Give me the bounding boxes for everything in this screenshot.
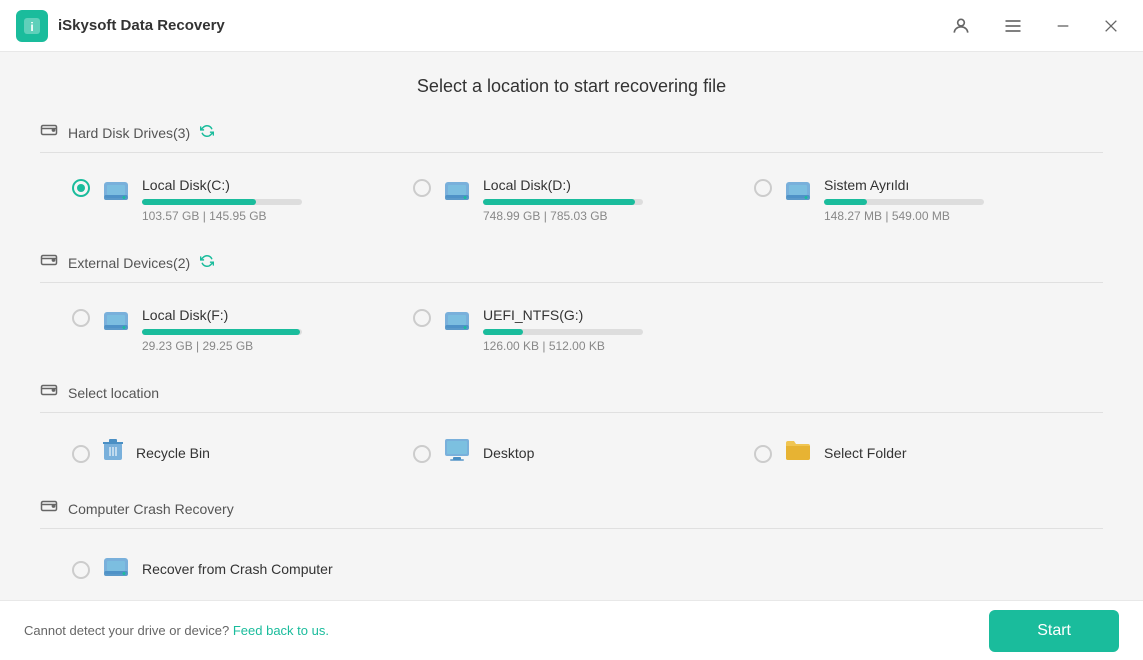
crash-hdd-icon — [102, 553, 130, 585]
location-radio-crash[interactable] — [72, 561, 90, 579]
drive-info-sistem: Sistem Ayrıldı 148.27 MB | 549.00 MB — [824, 177, 1071, 223]
hard-disk-header: Hard Disk Drives(3) — [40, 121, 1103, 153]
crash-recovery-header: Computer Crash Recovery — [40, 497, 1103, 529]
monitor-icon — [443, 437, 471, 469]
notice-text: Cannot detect your drive or device? — [24, 623, 229, 638]
drive-radio-d[interactable] — [413, 179, 431, 197]
main-content: Select a location to start recovering fi… — [0, 52, 1143, 600]
location-name-folder: Select Folder — [824, 445, 906, 461]
drive-icon-f — [102, 307, 130, 338]
drive-info-f: Local Disk(F:) 29.23 GB | 29.25 GB — [142, 307, 389, 353]
drive-bar-bg-sistem — [824, 199, 984, 205]
external-section-icon — [40, 251, 58, 274]
select-location-section: Select location Recycle Bin — [40, 381, 1103, 477]
location-item-recycle[interactable]: Recycle Bin — [60, 429, 401, 477]
location-name-desktop: Desktop — [483, 445, 534, 461]
hard-disk-drives-row: Local Disk(C:) 103.57 GB | 145.95 GB — [40, 169, 1103, 231]
app-title: iSkysoft Data Recovery — [58, 17, 225, 34]
close-button[interactable] — [1095, 14, 1127, 38]
drive-size-f: 29.23 GB | 29.25 GB — [142, 339, 389, 353]
drive-bar-fill-c — [142, 199, 256, 205]
app-logo: i — [16, 10, 48, 42]
drive-bar-fill-d — [483, 199, 635, 205]
trash-icon — [102, 437, 124, 469]
title-bar-left: i iSkysoft Data Recovery — [16, 10, 225, 42]
drive-name-d: Local Disk(D:) — [483, 177, 730, 193]
user-icon-button[interactable] — [943, 12, 979, 40]
menu-icon-button[interactable] — [995, 12, 1031, 40]
drive-icon-sistem — [784, 177, 812, 208]
drive-bar-bg-f — [142, 329, 302, 335]
drive-info-d: Local Disk(D:) 748.99 GB | 785.03 GB — [483, 177, 730, 223]
locations-row: Recycle Bin Desktop — [40, 429, 1103, 477]
drive-icon-c — [102, 177, 130, 208]
svg-text:i: i — [30, 20, 33, 34]
bottom-notice: Cannot detect your drive or device? Feed… — [24, 623, 329, 638]
drive-name-c: Local Disk(C:) — [142, 177, 389, 193]
drive-item-sistem[interactable]: Sistem Ayrıldı 148.27 MB | 549.00 MB — [742, 169, 1083, 231]
title-bar: i iSkysoft Data Recovery — [0, 0, 1143, 52]
drive-icon-d — [443, 177, 471, 208]
hard-disk-section-icon — [40, 121, 58, 144]
crash-recovery-section: Computer Crash Recovery Recover from Cra… — [40, 497, 1103, 593]
crash-recovery-title: Computer Crash Recovery — [68, 501, 234, 517]
folder-icon — [784, 438, 812, 468]
drive-radio-g[interactable] — [413, 309, 431, 327]
drive-radio-sistem[interactable] — [754, 179, 772, 197]
drive-bar-bg-g — [483, 329, 643, 335]
select-location-header: Select location — [40, 381, 1103, 413]
location-name-recycle: Recycle Bin — [136, 445, 210, 461]
drive-item-c[interactable]: Local Disk(C:) 103.57 GB | 145.95 GB — [60, 169, 401, 231]
drive-bar-fill-sistem — [824, 199, 867, 205]
external-devices-title: External Devices(2) — [68, 255, 190, 271]
drive-item-g[interactable]: UEFI_NTFS(G:) 126.00 KB | 512.00 KB — [401, 299, 742, 361]
location-item-desktop[interactable]: Desktop — [401, 429, 742, 477]
location-radio-desktop[interactable] — [413, 445, 431, 463]
crash-items-row: Recover from Crash Computer — [40, 545, 1103, 593]
external-devices-section: External Devices(2) — [40, 251, 1103, 361]
drive-info-g: UEFI_NTFS(G:) 126.00 KB | 512.00 KB — [483, 307, 730, 353]
hard-disk-title: Hard Disk Drives(3) — [68, 125, 190, 141]
drive-name-sistem: Sistem Ayrıldı — [824, 177, 1071, 193]
feedback-link[interactable]: Feed back to us. — [233, 623, 329, 638]
drive-bar-fill-f — [142, 329, 300, 335]
drive-icon-g — [443, 307, 471, 338]
drive-radio-c[interactable] — [72, 179, 90, 197]
location-item-folder[interactable]: Select Folder — [742, 430, 1083, 476]
drive-bar-bg-c — [142, 199, 302, 205]
hard-disk-refresh-icon[interactable] — [200, 124, 214, 141]
location-radio-folder[interactable] — [754, 445, 772, 463]
location-item-crash[interactable]: Recover from Crash Computer — [60, 545, 1083, 593]
drive-name-f: Local Disk(F:) — [142, 307, 389, 323]
minimize-button[interactable] — [1047, 14, 1079, 38]
drive-size-c: 103.57 GB | 145.95 GB — [142, 209, 389, 223]
select-location-title: Select location — [68, 385, 159, 401]
crash-item-name: Recover from Crash Computer — [142, 561, 333, 577]
external-devices-header: External Devices(2) — [40, 251, 1103, 283]
drive-size-sistem: 148.27 MB | 549.00 MB — [824, 209, 1071, 223]
drive-radio-f[interactable] — [72, 309, 90, 327]
drive-item-f[interactable]: Local Disk(F:) 29.23 GB | 29.25 GB — [60, 299, 401, 361]
select-location-section-icon — [40, 381, 58, 404]
drive-bar-fill-g — [483, 329, 523, 335]
start-button[interactable]: Start — [989, 610, 1119, 652]
drive-size-d: 748.99 GB | 785.03 GB — [483, 209, 730, 223]
crash-section-icon — [40, 497, 58, 520]
location-radio-recycle[interactable] — [72, 445, 90, 463]
drive-size-g: 126.00 KB | 512.00 KB — [483, 339, 730, 353]
page-title: Select a location to start recovering fi… — [40, 76, 1103, 97]
drive-name-g: UEFI_NTFS(G:) — [483, 307, 730, 323]
external-refresh-icon[interactable] — [200, 254, 214, 271]
hard-disk-section: Hard Disk Drives(3) — [40, 121, 1103, 231]
bottom-bar: Cannot detect your drive or device? Feed… — [0, 600, 1143, 660]
drive-item-d[interactable]: Local Disk(D:) 748.99 GB | 785.03 GB — [401, 169, 742, 231]
external-drives-row: Local Disk(F:) 29.23 GB | 29.25 GB — [40, 299, 1103, 361]
drive-bar-bg-d — [483, 199, 643, 205]
drive-info-c: Local Disk(C:) 103.57 GB | 145.95 GB — [142, 177, 389, 223]
title-bar-right — [943, 12, 1127, 40]
